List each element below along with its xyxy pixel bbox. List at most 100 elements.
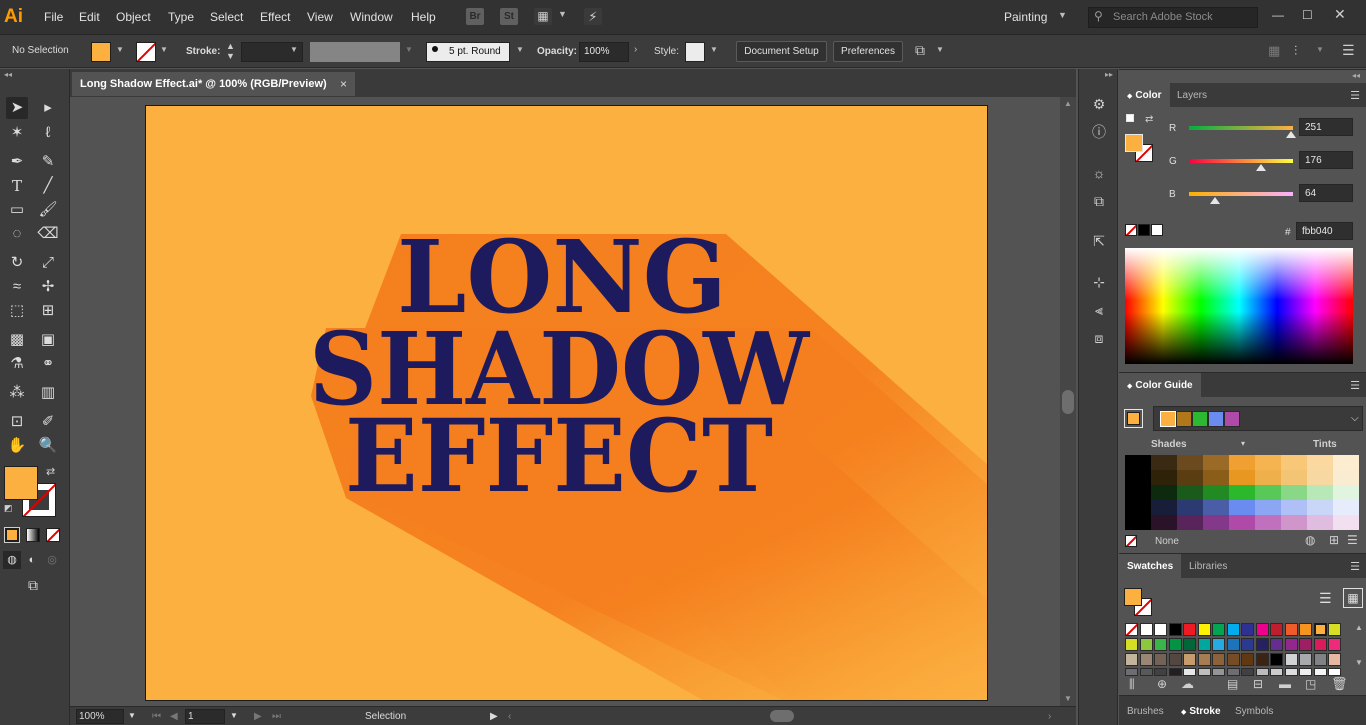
menu-select[interactable]: Select: [210, 10, 243, 24]
shade-chip[interactable]: [1281, 500, 1307, 515]
color-swatch[interactable]: [1270, 653, 1283, 666]
shade-chip[interactable]: [1229, 515, 1255, 530]
shade-chip[interactable]: [1255, 485, 1281, 500]
hand-tool-icon[interactable]: ✋: [6, 435, 28, 457]
canvas-area[interactable]: LONG SHADOW EFFECT: [70, 97, 1060, 706]
chevron-down-icon[interactable]: ▼: [558, 9, 567, 19]
swatch-grid[interactable]: [1125, 623, 1351, 677]
free-transform-tool-icon[interactable]: ⬚: [6, 300, 28, 322]
stroke-weight-stepper[interactable]: ▲ ▼: [226, 41, 235, 61]
color-swatch[interactable]: [1125, 623, 1138, 636]
shade-chip[interactable]: [1151, 470, 1177, 485]
shaper-tool-icon[interactable]: ◌: [6, 223, 28, 245]
color-swatch[interactable]: [1299, 638, 1312, 651]
status-menu-icon[interactable]: ▶: [490, 711, 498, 722]
color-swatch[interactable]: [1168, 653, 1182, 666]
color-swatch[interactable]: [1154, 638, 1167, 651]
shades-tints-grid[interactable]: [1125, 455, 1359, 531]
tab-symbols[interactable]: Symbols: [1227, 699, 1281, 723]
menu-object[interactable]: Object: [116, 10, 151, 24]
tab-swatches[interactable]: Swatches: [1119, 554, 1182, 578]
new-color-group-icon[interactable]: ▬: [1279, 677, 1291, 691]
color-swatch[interactable]: [1154, 653, 1167, 666]
swatch-libraries-icon[interactable]: ⫼: [1129, 677, 1135, 692]
shade-chip[interactable]: [1307, 500, 1333, 515]
close-window-icon[interactable]: ✕: [1334, 6, 1346, 23]
shade-chip[interactable]: [1125, 500, 1151, 515]
menu-type[interactable]: Type: [168, 10, 194, 24]
document-setup-button[interactable]: Document Setup: [736, 41, 827, 62]
blue-slider[interactable]: [1189, 192, 1293, 196]
symbol-sprayer-tool-icon[interactable]: ⁂: [6, 382, 28, 404]
color-swatch[interactable]: [1299, 653, 1312, 666]
shade-chip[interactable]: [1177, 515, 1203, 530]
color-swatch[interactable]: [1197, 653, 1211, 666]
appearance-icon[interactable]: ☼: [1089, 163, 1109, 183]
slice-tool-icon[interactable]: ✐: [37, 411, 59, 433]
list-view-icon[interactable]: ☰: [1319, 590, 1332, 607]
opacity-arrow-icon[interactable]: ›: [634, 44, 637, 55]
harmony-color-5[interactable]: [1224, 411, 1240, 427]
color-swatch[interactable]: [1226, 653, 1240, 666]
scale-tool-icon[interactable]: ⤢: [37, 252, 59, 274]
shade-chip[interactable]: [1281, 470, 1307, 485]
color-swatch[interactable]: [1328, 638, 1341, 651]
profile-dropdown-icon[interactable]: ▼: [405, 45, 413, 54]
default-fill-stroke-icon[interactable]: ◩: [4, 503, 13, 514]
menu-file[interactable]: File: [44, 10, 63, 24]
color-swatch[interactable]: [1255, 653, 1269, 666]
collapse-tools-icon[interactable]: ◂◂: [4, 70, 12, 79]
blend-tool-icon[interactable]: ⚭: [37, 353, 59, 375]
color-swatch[interactable]: [1241, 653, 1254, 666]
prev-artboard-icon[interactable]: ◀: [170, 711, 178, 722]
color-swatch[interactable]: [1255, 638, 1269, 651]
arrange-icon[interactable]: ⧉: [915, 42, 925, 59]
color-swatch[interactable]: [1241, 638, 1254, 651]
color-swatch[interactable]: [1183, 623, 1196, 636]
color-fill-swatch[interactable]: [1125, 134, 1143, 152]
green-slider[interactable]: [1189, 159, 1293, 163]
brush-definition[interactable]: 5 pt. Round: [426, 42, 510, 62]
search-adobe-stock-input[interactable]: Search Adobe Stock: [1088, 7, 1258, 28]
last-artboard-icon[interactable]: ⏭: [272, 711, 281, 722]
swap-colors-icon[interactable]: ⇄: [1145, 114, 1153, 125]
variable-width-profile[interactable]: [310, 42, 400, 62]
blue-slider-thumb[interactable]: [1210, 197, 1221, 204]
red-value-field[interactable]: 251: [1299, 118, 1353, 136]
menu-effect[interactable]: Effect: [260, 10, 290, 24]
document-tab[interactable]: Long Shadow Effect.ai* @ 100% (RGB/Previ…: [72, 72, 355, 96]
next-artboard-icon[interactable]: ▶: [254, 711, 262, 722]
shade-chip[interactable]: [1307, 485, 1333, 500]
harmony-color-1[interactable]: [1160, 411, 1176, 427]
align-icon[interactable]: ⫷: [1089, 300, 1109, 320]
arrange-documents-icon[interactable]: ▦: [534, 8, 552, 25]
control-panel-menu-icon[interactable]: ☰: [1342, 42, 1355, 59]
shade-chip[interactable]: [1333, 485, 1359, 500]
color-swatch[interactable]: [1125, 638, 1138, 651]
gradient-mode-icon[interactable]: [26, 528, 40, 542]
shade-chip[interactable]: [1203, 470, 1229, 485]
distribute-icon[interactable]: ⫶: [1294, 43, 1297, 59]
curvature-tool-icon[interactable]: ✎: [37, 151, 59, 173]
shade-chip[interactable]: [1281, 485, 1307, 500]
color-swatch[interactable]: [1328, 653, 1341, 666]
puppet-warp-tool-icon[interactable]: ✢: [37, 276, 59, 298]
workspace-chevron-icon[interactable]: ▼: [1058, 10, 1067, 20]
draw-inside-icon[interactable]: ◎: [43, 551, 61, 569]
swatch-scroll-down-icon[interactable]: ▼: [1355, 658, 1363, 667]
first-artboard-icon[interactable]: ⏮: [152, 711, 161, 722]
shade-chip[interactable]: [1281, 455, 1307, 470]
base-color-button[interactable]: [1124, 409, 1143, 428]
pen-tool-icon[interactable]: ✒: [6, 151, 28, 173]
graphic-styles-icon[interactable]: ⧉: [1089, 191, 1109, 211]
shade-chip[interactable]: [1125, 470, 1151, 485]
shade-chip[interactable]: [1255, 470, 1281, 485]
style-dropdown-icon[interactable]: ▼: [710, 45, 718, 54]
magic-wand-tool-icon[interactable]: ✶: [6, 122, 28, 144]
shade-chip[interactable]: [1307, 470, 1333, 485]
zoom-dropdown-icon[interactable]: ▼: [128, 711, 136, 720]
brush-dropdown-icon[interactable]: ▼: [516, 45, 524, 54]
shade-chip[interactable]: [1307, 515, 1333, 530]
shade-chip[interactable]: [1203, 515, 1229, 530]
fill-color-swatch[interactable]: [91, 42, 111, 62]
